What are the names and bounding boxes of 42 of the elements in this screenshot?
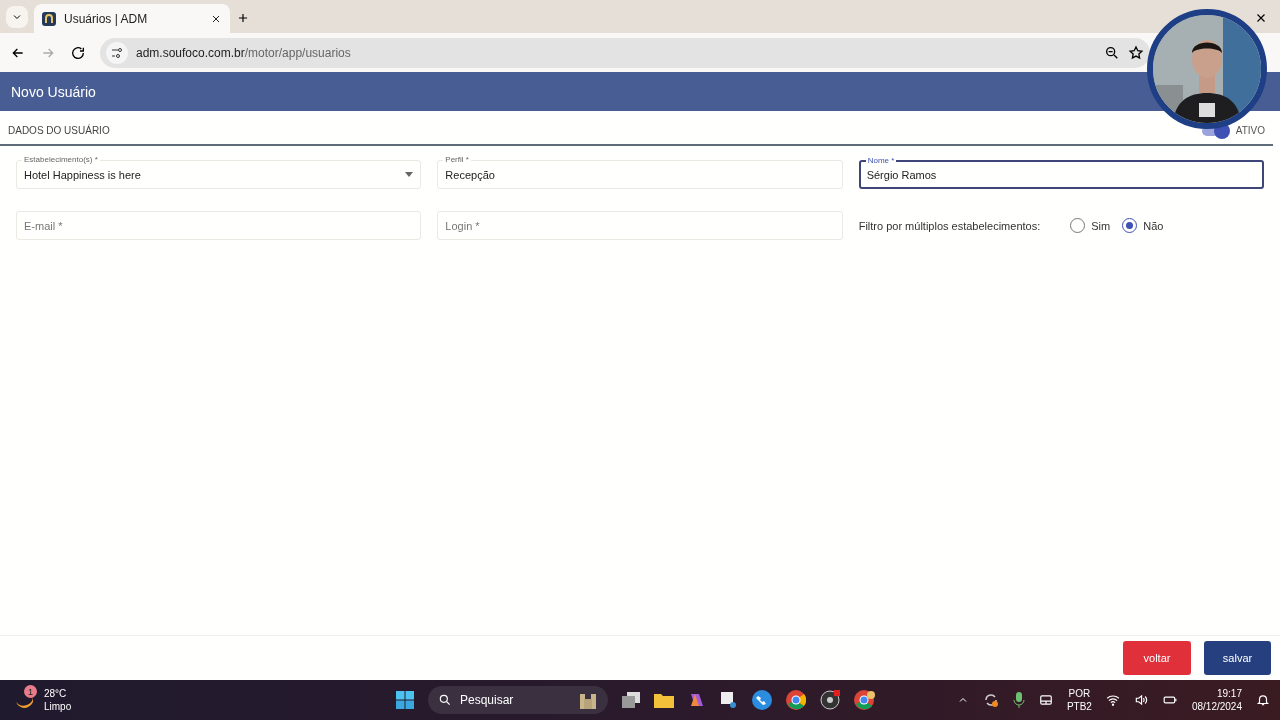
star-icon	[1128, 44, 1144, 61]
address-bar[interactable]: adm.soufoco.com.br/motor/app/usuarios	[100, 37, 1150, 68]
weather-condition: Limpo	[44, 700, 72, 713]
input-field[interactable]: Login *	[437, 211, 843, 240]
filter-label: Filtro por múltiplos estabelecimentos:	[858, 219, 1041, 232]
taskbar-search[interactable]: Pesquisar	[428, 686, 608, 714]
chrome-icon[interactable]	[854, 690, 876, 710]
sync-icon[interactable]	[982, 692, 999, 708]
plus-icon	[236, 11, 250, 25]
snipping-tool-icon[interactable]	[720, 691, 738, 709]
chrome-icon[interactable]	[786, 690, 806, 710]
clock[interactable]: 19:17 08/12/2024	[1191, 687, 1242, 713]
radio-option[interactable]: Não	[1122, 218, 1164, 233]
wifi-icon	[1105, 693, 1120, 707]
temperature: 28°C	[44, 687, 68, 700]
task-view-icon[interactable]	[622, 692, 640, 708]
zoom-out-icon	[1104, 44, 1120, 61]
obs-icon[interactable]	[820, 690, 840, 710]
back-button[interactable]: voltar	[1123, 641, 1191, 675]
bell-icon	[1256, 693, 1270, 707]
start-icon[interactable]	[396, 691, 414, 709]
page-title: Novo Usuário	[11, 83, 96, 100]
phone-icon[interactable]	[752, 690, 772, 710]
speaker-icon	[1133, 693, 1148, 707]
input-field[interactable]: E-mail *	[16, 211, 422, 240]
language-indicator[interactable]: POR PTB2	[1066, 687, 1092, 713]
folder-icon[interactable]	[654, 692, 674, 708]
site-settings-icon	[106, 41, 128, 64]
site-logo-icon	[42, 11, 56, 26]
touchpad-icon	[1038, 693, 1053, 707]
microphone-icon[interactable]	[1012, 692, 1025, 708]
radio-option[interactable]: Sim	[1070, 218, 1111, 233]
toggle-label: ATIVO	[1235, 125, 1265, 136]
url-text: adm.soufoco.com.br/motor/app/usuarios	[136, 45, 352, 60]
section-title: DADOS DO USUÁRIO	[8, 125, 110, 136]
dropdown-caret-icon	[405, 172, 414, 177]
search-icon	[438, 693, 452, 707]
browser-tab[interactable]: Usuários | ADM	[34, 4, 230, 33]
notification-badge: 1	[24, 685, 37, 698]
reload-icon	[70, 44, 86, 61]
save-button[interactable]: salvar	[1204, 641, 1271, 675]
battery-icon	[1161, 693, 1178, 707]
